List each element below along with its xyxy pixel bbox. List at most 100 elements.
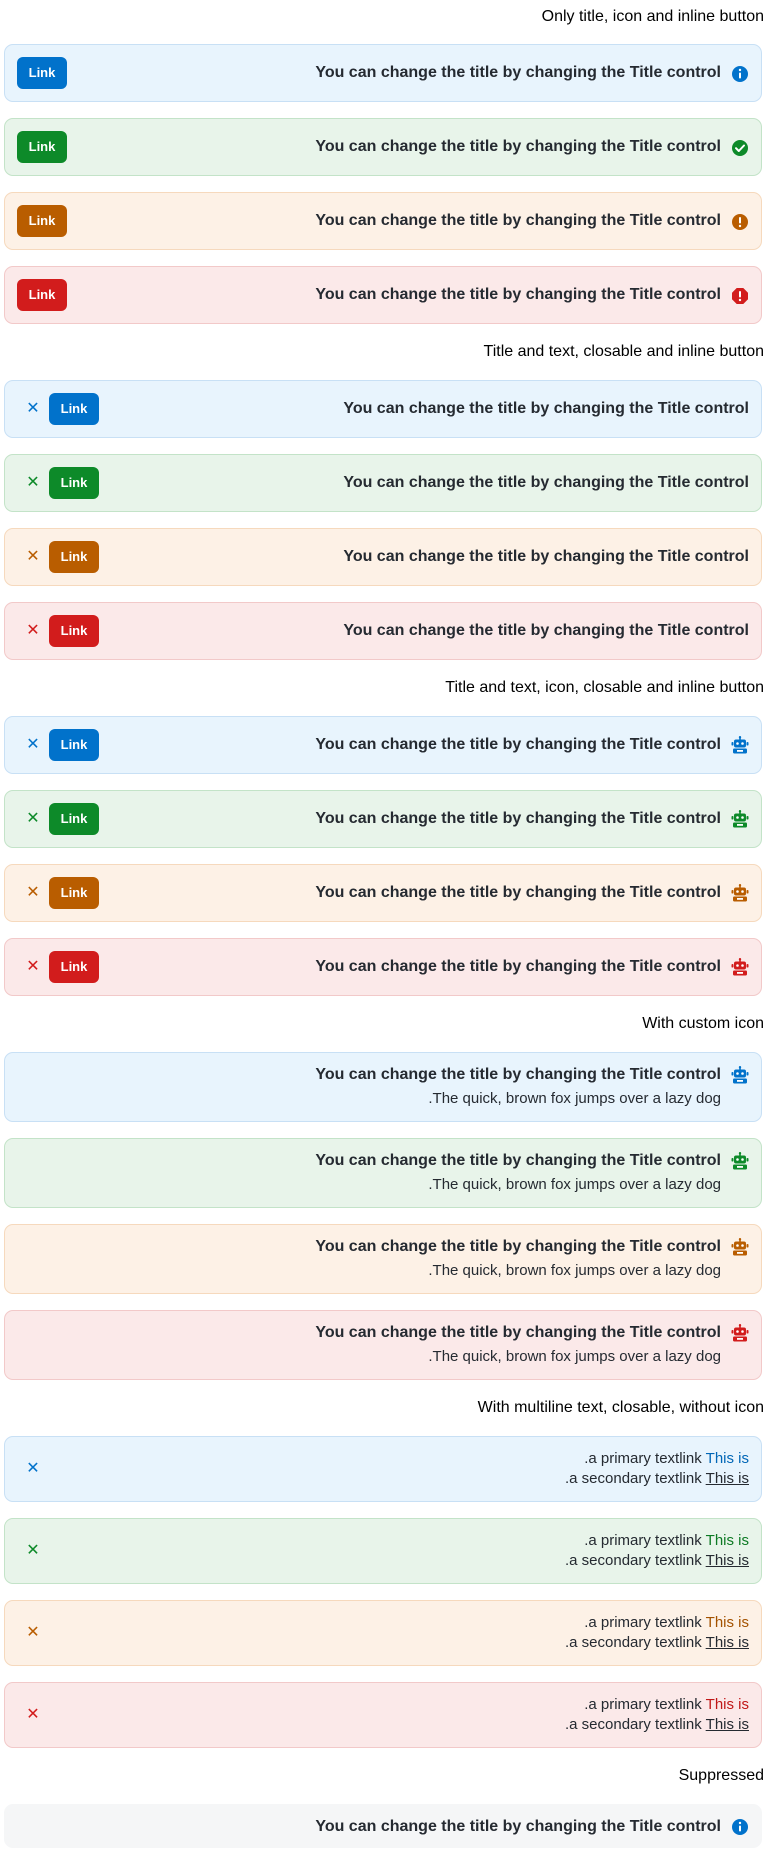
link-button[interactable]: Link — [49, 615, 99, 647]
primary-textlink[interactable]: This is — [706, 1450, 749, 1467]
section-heading-title-text-closable: Title and text, closable and inline butt… — [483, 343, 764, 360]
alert-title: You can change the title by changing the… — [315, 64, 721, 81]
link-button[interactable]: Link — [49, 877, 99, 909]
alert-description: .The quick, brown fox jumps over a lazy … — [428, 1262, 721, 1279]
link-button[interactable]: Link — [49, 729, 99, 761]
primary-text: .a primary textlink — [584, 1614, 702, 1631]
alert-title: You can change the title by changing the… — [315, 736, 721, 753]
secondary-text: .a secondary textlink — [565, 1716, 702, 1733]
alert-critical: Link You can change the title by changin… — [4, 266, 762, 324]
secondary-textlink[interactable]: This is — [706, 1716, 749, 1733]
close-icon[interactable]: ✕ — [23, 547, 43, 567]
link-button[interactable]: Link — [49, 803, 99, 835]
close-icon[interactable]: ✕ — [23, 1459, 43, 1479]
primary-textlink[interactable]: This is — [706, 1696, 749, 1713]
alert-success-custom-icon: You can change the title by changing the… — [4, 1138, 762, 1208]
robot-icon — [731, 884, 749, 902]
alert-title: You can change the title by changing the… — [315, 138, 721, 155]
section-heading-custom-icon: With custom icon — [642, 1015, 764, 1032]
link-button[interactable]: Link — [49, 541, 99, 573]
link-button[interactable]: Link — [49, 951, 99, 983]
primary-textlink[interactable]: This is — [706, 1614, 749, 1631]
section-heading-title-text-icon-closable: Title and text, icon, closable and inlin… — [445, 679, 764, 696]
close-icon[interactable]: ✕ — [23, 735, 43, 755]
alert-success-closable: ✕ Link You can change the title by chang… — [4, 454, 762, 512]
close-icon[interactable]: ✕ — [23, 957, 43, 977]
close-icon[interactable]: ✕ — [23, 1541, 43, 1561]
alert-warning-custom-icon: You can change the title by changing the… — [4, 1224, 762, 1294]
link-button[interactable]: Link — [17, 57, 67, 89]
secondary-text: .a secondary textlink — [565, 1470, 702, 1487]
primary-textlink[interactable]: This is — [706, 1532, 749, 1549]
alert-title: You can change the title by changing the… — [315, 958, 721, 975]
alert-warning-icon-closable: ✕ Link You can change the title by chang… — [4, 864, 762, 922]
alert-suppressed: You can change the title by changing the… — [4, 1804, 762, 1848]
secondary-textlink[interactable]: This is — [706, 1470, 749, 1487]
secondary-line: .a secondary textlink This is — [565, 1715, 749, 1735]
alert-title: You can change the title by changing the… — [315, 1818, 721, 1835]
primary-text: .a primary textlink — [584, 1696, 702, 1713]
alert-title: You can change the title by changing the… — [343, 400, 749, 417]
close-icon[interactable]: ✕ — [23, 1623, 43, 1643]
alert-critical-custom-icon: You can change the title by changing the… — [4, 1310, 762, 1380]
info-circle-icon — [731, 65, 749, 83]
alert-title: You can change the title by changing the… — [315, 810, 721, 827]
robot-icon — [731, 810, 749, 828]
alert-circle-icon — [731, 213, 749, 231]
alert-critical-closable: ✕ Link You can change the title by chang… — [4, 602, 762, 660]
link-button[interactable]: Link — [49, 393, 99, 425]
alert-warning-closable: ✕ Link You can change the title by chang… — [4, 528, 762, 586]
close-icon[interactable]: ✕ — [23, 473, 43, 493]
close-icon[interactable]: ✕ — [23, 621, 43, 641]
primary-line: .a primary textlink This is — [584, 1695, 749, 1715]
secondary-line: .a secondary textlink This is — [565, 1469, 749, 1489]
secondary-textlink[interactable]: This is — [706, 1634, 749, 1651]
secondary-line: .a secondary textlink This is — [565, 1633, 749, 1653]
close-icon[interactable]: ✕ — [23, 1705, 43, 1725]
robot-icon — [731, 736, 749, 754]
page: Only title, icon and inline button Link … — [0, 0, 768, 1852]
robot-icon — [731, 958, 749, 976]
secondary-line: .a secondary textlink This is — [565, 1551, 749, 1571]
close-icon[interactable]: ✕ — [23, 883, 43, 903]
primary-line: .a primary textlink This is — [584, 1449, 749, 1469]
alert-critical-icon-closable: ✕ Link You can change the title by chang… — [4, 938, 762, 996]
secondary-text: .a secondary textlink — [565, 1634, 702, 1651]
alert-info: Link You can change the title by changin… — [4, 44, 762, 102]
info-circle-icon — [731, 1818, 749, 1836]
robot-icon — [731, 1324, 749, 1342]
link-button[interactable]: Link — [17, 279, 67, 311]
section-heading-title-icon-button: Only title, icon and inline button — [541, 8, 764, 25]
alert-info-multiline: ✕ .a primary textlink This is .a seconda… — [4, 1436, 762, 1502]
alert-title: You can change the title by changing the… — [315, 212, 721, 229]
alert-info-custom-icon: You can change the title by changing the… — [4, 1052, 762, 1122]
link-button[interactable]: Link — [17, 131, 67, 163]
close-icon[interactable]: ✕ — [23, 809, 43, 829]
primary-text: .a primary textlink — [584, 1532, 702, 1549]
link-button[interactable]: Link — [17, 205, 67, 237]
section-heading-suppressed: Suppressed — [678, 1767, 764, 1784]
section-heading-multiline: With multiline text, closable, without i… — [477, 1399, 764, 1416]
alert-title: You can change the title by changing the… — [315, 1238, 721, 1255]
alert-success-multiline: ✕ .a primary textlink This is .a seconda… — [4, 1518, 762, 1584]
robot-icon — [731, 1152, 749, 1170]
close-icon[interactable]: ✕ — [23, 399, 43, 419]
alert-title: You can change the title by changing the… — [315, 884, 721, 901]
robot-icon — [731, 1066, 749, 1084]
alert-title: You can change the title by changing the… — [343, 474, 749, 491]
alert-description: .The quick, brown fox jumps over a lazy … — [428, 1176, 721, 1193]
primary-line: .a primary textlink This is — [584, 1613, 749, 1633]
alert-warning: Link You can change the title by changin… — [4, 192, 762, 250]
primary-line: .a primary textlink This is — [584, 1531, 749, 1551]
alert-title: You can change the title by changing the… — [343, 548, 749, 565]
alert-title: You can change the title by changing the… — [315, 286, 721, 303]
link-button[interactable]: Link — [49, 467, 99, 499]
secondary-textlink[interactable]: This is — [706, 1552, 749, 1569]
alert-title: You can change the title by changing the… — [315, 1066, 721, 1083]
check-circle-icon — [731, 139, 749, 157]
alert-info-icon-closable: ✕ Link You can change the title by chang… — [4, 716, 762, 774]
alert-info-closable: ✕ Link You can change the title by chang… — [4, 380, 762, 438]
alert-success-icon-closable: ✕ Link You can change the title by chang… — [4, 790, 762, 848]
alert-description: .The quick, brown fox jumps over a lazy … — [428, 1348, 721, 1365]
alert-critical-multiline: ✕ .a primary textlink This is .a seconda… — [4, 1682, 762, 1748]
